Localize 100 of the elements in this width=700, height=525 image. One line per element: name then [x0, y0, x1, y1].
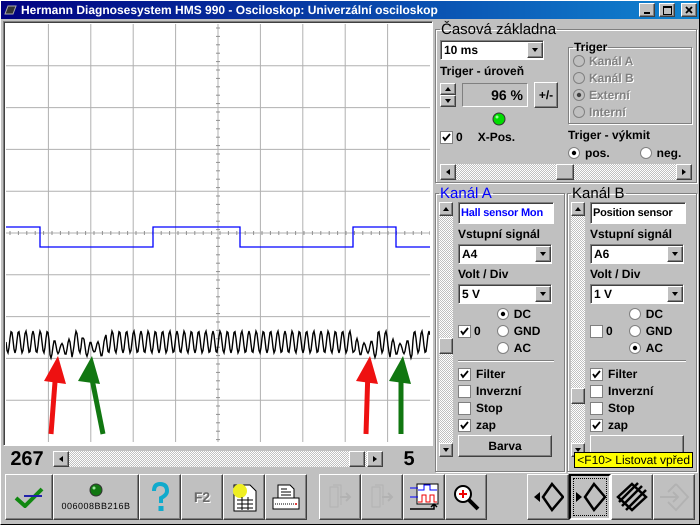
radio-button[interactable]: [628, 325, 641, 337]
page-counter: 5: [402, 448, 416, 471]
input-signal-label: Vstupní signál: [458, 227, 542, 241]
radio-button[interactable]: [496, 342, 509, 354]
timebase-title: Časová základna: [440, 21, 558, 38]
channels-button[interactable]: [403, 474, 445, 520]
down-arrow-icon: [539, 290, 547, 298]
scroll-up-button[interactable]: [571, 202, 585, 216]
volt-div-dropdown[interactable]: 5 V: [458, 284, 552, 304]
coupling-label: GND: [514, 324, 540, 338]
trigger-option-label: Externí: [589, 88, 630, 102]
channel-chart-icon: [408, 482, 440, 512]
down-arrow-icon: [539, 250, 547, 258]
trigger-title: Triger: [573, 40, 608, 54]
zero-label: 0: [606, 324, 613, 338]
up-arrow-icon: [574, 205, 582, 213]
input-signal-label: Vstupní signál: [590, 227, 674, 241]
scroll-up-button[interactable]: [439, 202, 453, 216]
color-button[interactable]: Barva: [458, 435, 552, 457]
channel-title: Kanál B: [571, 185, 626, 202]
trigger-option-label: Kanál A: [589, 54, 634, 68]
checkbox[interactable]: [590, 384, 603, 398]
trigger-slope-label: Triger - výkmit: [568, 128, 652, 142]
option-label: Filter: [608, 367, 638, 381]
option-label: zap: [476, 418, 496, 432]
minimize-button[interactable]: [639, 3, 655, 17]
option-label: Inverzní: [608, 384, 654, 398]
timebase-dropdown[interactable]: 10 ms: [440, 40, 544, 60]
down-arrow-icon: [671, 250, 679, 258]
scrollbar-thumb[interactable]: [349, 451, 365, 468]
print-button[interactable]: [265, 474, 307, 520]
scroll-right-button[interactable]: [676, 164, 692, 180]
down-arrow-icon: [574, 446, 582, 454]
previous-button[interactable]: [527, 474, 569, 520]
radio-button[interactable]: [628, 308, 641, 320]
checkbox[interactable]: [458, 324, 471, 338]
checkmark-icon: [14, 486, 44, 508]
trigger-level-label: Triger - úroveň: [440, 64, 526, 78]
toggle-button[interactable]: [611, 474, 653, 520]
coupling-label: GND: [646, 324, 672, 338]
scrollbar-track[interactable]: [365, 451, 367, 468]
up-arrow-icon: [444, 85, 452, 93]
up-arrow-icon: [442, 205, 450, 213]
radio-button[interactable]: [568, 147, 580, 159]
xpos-label: X-Pos.: [478, 130, 516, 144]
checkbox[interactable]: [458, 402, 471, 414]
scroll-right-button[interactable]: [367, 451, 383, 468]
option-label: zap: [608, 418, 628, 432]
scroll-left-button[interactable]: [53, 451, 69, 468]
confirm-button[interactable]: [5, 474, 53, 520]
maximize-icon: [662, 6, 672, 14]
input-signal-dropdown[interactable]: A4: [458, 244, 552, 264]
radio-button[interactable]: [496, 308, 509, 320]
maximize-button[interactable]: [659, 3, 675, 17]
checkbox[interactable]: [590, 418, 603, 432]
sign-button[interactable]: +/-: [534, 82, 558, 108]
input-signal-dropdown[interactable]: A6: [590, 244, 684, 264]
scrollbar-thumb[interactable]: [571, 388, 585, 404]
hatched-diamond-icon: [616, 482, 648, 512]
down-arrow-icon: [444, 97, 452, 105]
checkbox[interactable]: [590, 402, 603, 414]
trigger-level-readout: 96 %: [462, 83, 528, 107]
close-button[interactable]: [681, 3, 697, 17]
scrollbar-thumb[interactable]: [556, 164, 574, 180]
help-button[interactable]: [139, 474, 181, 520]
checkbox[interactable]: [458, 384, 471, 398]
channel-title: Kanál A: [439, 185, 493, 202]
next-button[interactable]: [569, 474, 611, 520]
checkbox[interactable]: [440, 130, 453, 144]
coupling-label: DC: [514, 307, 532, 321]
right-arrow-icon: [680, 168, 688, 176]
channel-name-field[interactable]: Hall sensor Mon: [458, 202, 554, 224]
checkbox[interactable]: [458, 418, 471, 432]
checkbox[interactable]: [458, 368, 471, 380]
trigger-option-label: Interní: [589, 105, 626, 119]
down-arrow-icon: [671, 290, 679, 298]
trigger-level-spinner[interactable]: [440, 83, 456, 107]
scrollbar-thumb[interactable]: [439, 338, 453, 354]
printer-icon: [271, 483, 301, 511]
zoom-icon: [452, 483, 480, 511]
channel-name-field[interactable]: Position sensor: [590, 202, 686, 224]
coupling-label: DC: [646, 307, 664, 321]
help-icon: [150, 482, 170, 512]
zoom-button[interactable]: [445, 474, 487, 520]
scroll-down-button[interactable]: [439, 443, 453, 457]
report-button[interactable]: [223, 474, 265, 520]
checkbox[interactable]: [590, 324, 603, 338]
checkbox[interactable]: [590, 368, 603, 380]
right-arrow-icon: [371, 455, 379, 464]
coupling-label: AC: [514, 341, 532, 355]
trigger-option-label: Kanál B: [589, 71, 634, 85]
radio-button[interactable]: [628, 342, 641, 354]
device-button[interactable]: 006008BB216B: [53, 474, 139, 520]
window-title: Hermann Diagnosesystem HMS 990 - Osciloskop: Univerzální osciloskop: [21, 3, 439, 17]
radio-button[interactable]: [496, 325, 509, 337]
volt-div-dropdown[interactable]: 1 V: [590, 284, 684, 304]
xpos-value: 0: [456, 130, 463, 144]
radio-button[interactable]: [640, 147, 652, 159]
scroll-left-button[interactable]: [440, 164, 456, 180]
left-arrow-icon: [444, 168, 452, 176]
